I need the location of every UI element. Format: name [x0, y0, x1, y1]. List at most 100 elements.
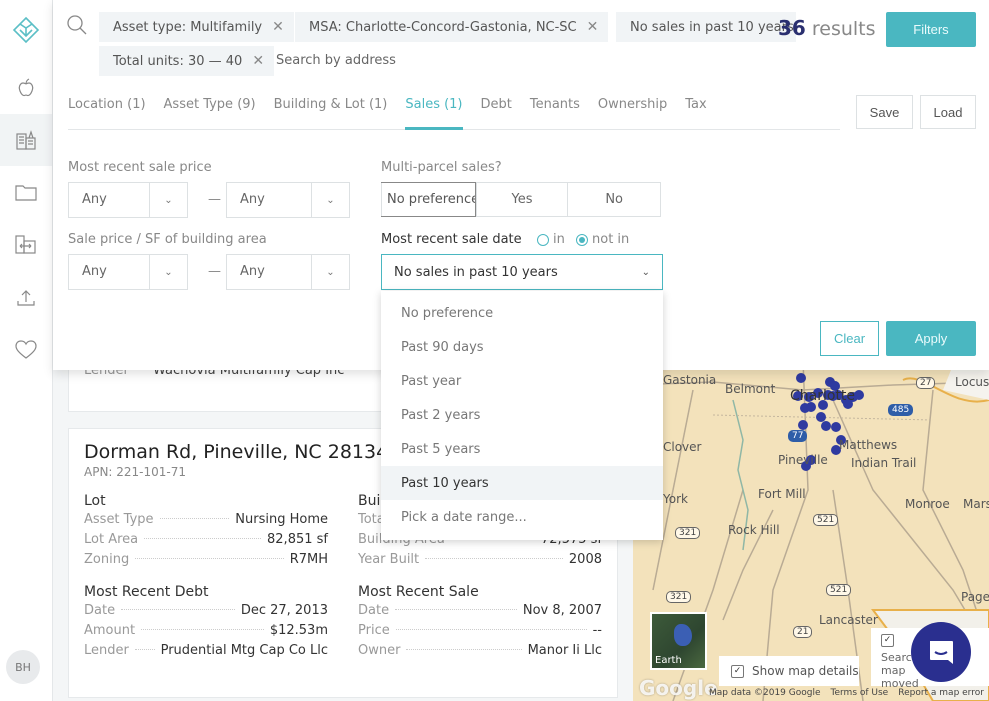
map-label: Belmont	[725, 382, 776, 396]
tab-tenants[interactable]: Tenants	[530, 94, 580, 130]
address-search-input[interactable]	[276, 53, 476, 68]
map-marker[interactable]	[854, 390, 864, 400]
map-marker[interactable]	[816, 412, 826, 422]
upload-icon	[17, 290, 35, 306]
dropdown-option[interactable]: Pick a date range...	[381, 500, 663, 534]
filters-button[interactable]: Filters	[886, 12, 976, 47]
sale-section: Most Recent Sale Date Nov 8, 2007 Price --…	[358, 584, 602, 661]
report-error-link[interactable]: Report a map error	[898, 688, 984, 698]
map-label: Rock Hill	[728, 523, 780, 537]
sale-price-sf-min-select[interactable]: Any ⌄	[68, 254, 188, 290]
tab-asset-type[interactable]: Asset Type (9)	[164, 94, 256, 130]
multi-parcel-yes[interactable]: Yes	[475, 183, 568, 216]
range-separator: —	[208, 264, 221, 279]
clear-button[interactable]: Clear	[820, 321, 879, 356]
map-data-text: Map data ©2019 Google	[709, 688, 821, 698]
buildings-icon	[16, 130, 36, 150]
range-separator: —	[208, 192, 221, 207]
radio-label: in	[553, 232, 565, 247]
show-map-details-toggle[interactable]: ✓ Show map details	[719, 656, 859, 686]
earth-view-toggle[interactable]: Earth	[650, 612, 707, 670]
apply-button[interactable]: Apply	[886, 321, 976, 356]
detail-row: Year Built 2008	[358, 550, 602, 570]
map-label: Lancaster	[819, 613, 878, 627]
load-button[interactable]: Load	[920, 95, 976, 129]
user-avatar[interactable]: BH	[6, 650, 40, 684]
checkbox-checked-icon[interactable]: ✓	[731, 664, 744, 678]
sidebar-item-properties[interactable]	[0, 114, 52, 166]
tab-location[interactable]: Location (1)	[68, 94, 146, 130]
filter-chip[interactable]: Total units: 30 — 40 ✕	[99, 46, 275, 76]
sidebar-item-favorites[interactable]	[0, 324, 52, 376]
map-label: Indian Trail	[851, 456, 917, 470]
sale-price-min-select[interactable]: Any ⌄	[68, 182, 188, 218]
map-marker[interactable]	[798, 420, 808, 430]
chevron-down-icon: ⌄	[149, 255, 187, 289]
multi-parcel-no-preference[interactable]: No preference	[381, 182, 476, 217]
tab-building-lot[interactable]: Building & Lot (1)	[274, 94, 388, 130]
app-logo[interactable]	[0, 4, 52, 56]
dropdown-option[interactable]: Past 90 days	[381, 330, 663, 364]
chevron-down-icon: ⌄	[311, 183, 349, 217]
detail-row: Lot Area 82,851 sf	[84, 530, 328, 550]
save-button[interactable]: Save	[856, 95, 913, 129]
close-icon[interactable]: ✕	[587, 19, 599, 35]
checkbox-checked-icon[interactable]: ✓	[881, 634, 894, 647]
logo-icon	[12, 16, 40, 44]
search-icon[interactable]	[66, 14, 88, 36]
close-icon[interactable]: ✕	[252, 53, 264, 69]
chat-launcher-button[interactable]	[911, 622, 971, 682]
close-icon[interactable]: ✕	[272, 19, 284, 35]
tab-ownership[interactable]: Ownership	[598, 94, 667, 130]
sale-price-label: Most recent sale price	[68, 160, 212, 175]
row-label: Owner	[358, 643, 401, 658]
sidebar-item-folder[interactable]	[0, 166, 52, 218]
row-value: --	[592, 623, 602, 638]
map-label: Clover	[663, 440, 702, 454]
row-value: $12.53m	[269, 623, 328, 638]
dropdown-option[interactable]: Past year	[381, 364, 663, 398]
radio-label: not in	[592, 232, 630, 247]
dropdown-option-highlighted[interactable]: Past 10 years	[381, 466, 663, 500]
sale-date-select[interactable]: No sales in past 10 years ⌄	[381, 254, 663, 290]
sidebar-item-upload[interactable]	[0, 272, 52, 324]
radio-checked-icon[interactable]	[576, 233, 588, 246]
section-title: Most Recent Sale	[358, 584, 479, 600]
debt-section: Most Recent Debt Date Dec 27, 2013 Amount…	[84, 584, 328, 661]
radio-unchecked-icon[interactable]	[537, 233, 549, 246]
map-marker[interactable]	[831, 422, 841, 432]
radio-not-in[interactable]: not in	[576, 232, 629, 247]
sidebar-item-apple[interactable]	[0, 62, 52, 114]
row-label: Asset Type	[84, 512, 154, 527]
sidebar-item-compare[interactable]	[0, 218, 52, 270]
map-marker[interactable]	[821, 421, 831, 431]
map-marker[interactable]	[796, 373, 806, 383]
filter-chip[interactable]: Asset type: Multifamily ✕	[99, 12, 294, 42]
sale-price-sf-max-select[interactable]: Any ⌄	[226, 254, 350, 290]
highway-shield: 321	[666, 591, 692, 603]
radio-in[interactable]: in	[537, 232, 565, 247]
google-logo: Google	[639, 676, 718, 700]
multi-parcel-no[interactable]: No	[567, 183, 660, 216]
tab-sales[interactable]: Sales (1)	[405, 94, 463, 130]
detail-row: Zoning R7MH	[84, 550, 328, 570]
dropdown-option[interactable]: No preference	[381, 296, 663, 330]
map-label: Pageland	[961, 590, 989, 604]
sale-date-label: Most recent sale date	[381, 232, 522, 247]
detail-row: Owner Manor Ii Llc	[358, 641, 602, 661]
dropdown-option[interactable]: Past 2 years	[381, 398, 663, 432]
dropdown-option[interactable]: Past 5 years	[381, 432, 663, 466]
tab-debt[interactable]: Debt	[481, 94, 512, 130]
filter-chip[interactable]: MSA: Charlotte-Concord-Gastonia, NC-SC ✕	[295, 12, 609, 42]
filter-chip[interactable]: No sales in past 10 years	[616, 12, 796, 42]
terms-link[interactable]: Terms of Use	[831, 688, 889, 698]
detail-row: Asset Type Nursing Home	[84, 510, 328, 530]
lot-section: Lot Asset Type Nursing Home Lot Area 82,85…	[84, 493, 328, 570]
map-attribution: Map data ©2019 Google Terms of Use Repor…	[709, 688, 984, 698]
sale-price-max-select[interactable]: Any ⌄	[226, 182, 350, 218]
tab-tax[interactable]: Tax	[685, 94, 706, 130]
sale-price-sf-label: Sale price / SF of building area	[68, 232, 267, 247]
row-value: Manor Ii Llc	[527, 643, 602, 658]
results-label: results	[805, 18, 876, 40]
heart-icon	[15, 340, 37, 359]
